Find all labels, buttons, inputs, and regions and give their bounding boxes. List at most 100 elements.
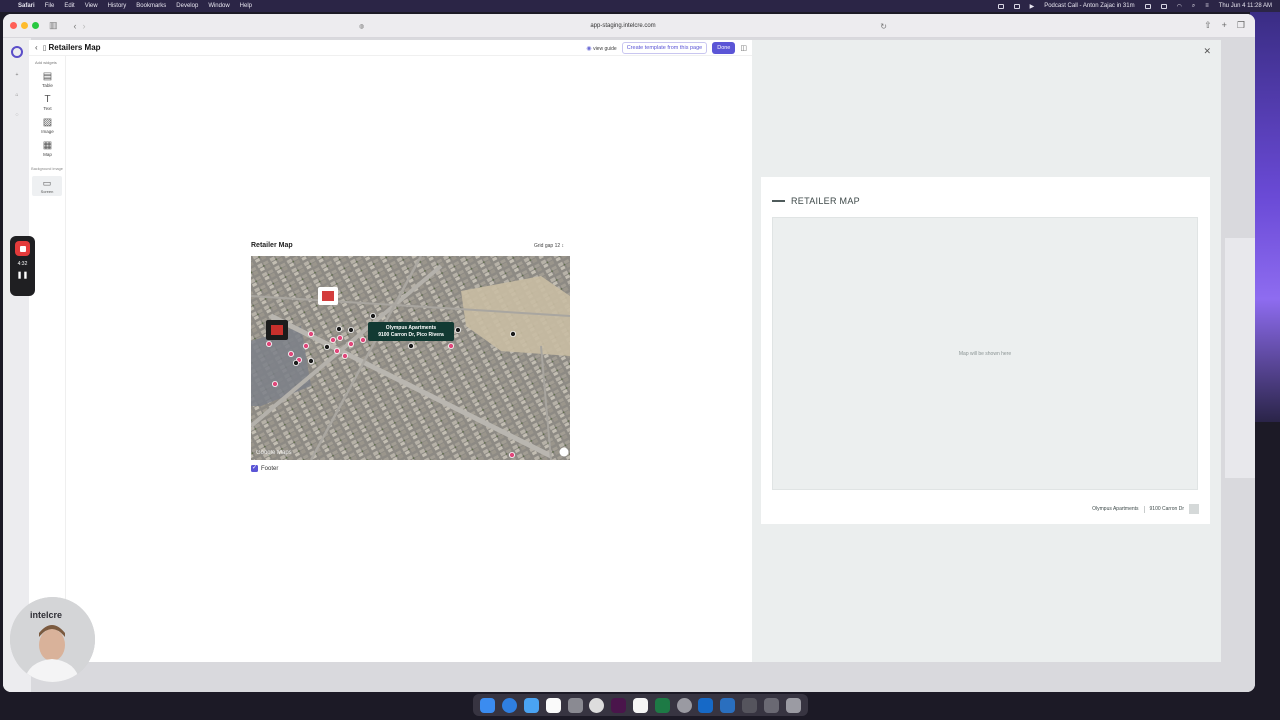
aerial-map-graphic [251, 256, 570, 460]
title-accent-line [772, 200, 785, 202]
forward-nav-icon[interactable]: › [83, 21, 86, 31]
footer-divider [1143, 505, 1145, 513]
callout-address: 9100 Carron Dr, Pico Rivera [378, 331, 444, 338]
preview-card: RETAILER MAP Map will be shown here Olym… [761, 177, 1210, 524]
webcam-bubble[interactable]: intelcre [10, 597, 95, 682]
stop-recording-button[interactable] [15, 241, 30, 256]
chrome-icon[interactable] [589, 697, 605, 713]
trash-icon[interactable] [785, 697, 801, 713]
tab-overview-icon[interactable]: ❐ [1237, 20, 1245, 31]
site-icon: ◍ [359, 23, 365, 30]
search-icon[interactable]: ⌕ [1192, 3, 1195, 10]
home-icon[interactable]: ⌂ [15, 92, 18, 98]
menu-clock[interactable]: Thu Jun 4 11:28 AM [1219, 3, 1272, 9]
menu-develop[interactable]: Develop [176, 3, 198, 9]
url-text[interactable]: app-staging.intelcre.com [590, 23, 655, 29]
create-template-button[interactable]: Create template from this page [621, 42, 708, 54]
widget-screen[interactable]: ▭ Screen [32, 176, 62, 196]
share-icon[interactable]: ⇧ [1204, 20, 1212, 31]
window-controls [10, 22, 39, 29]
preview-pane: ✕ RETAILER MAP Map will be shown here Ol… [752, 40, 1221, 662]
close-window-button[interactable] [10, 22, 17, 29]
window-thumbnail-icon[interactable] [763, 697, 779, 713]
menu-file[interactable]: File [45, 3, 55, 9]
notion-icon[interactable] [632, 697, 648, 713]
menu-app-name[interactable]: Safari [18, 3, 35, 9]
wifi-icon[interactable]: ◠ [1177, 3, 1182, 10]
view-guide-link[interactable]: ◉ view guide [586, 45, 616, 52]
footer-toggle[interactable]: ✓ Footer [251, 465, 278, 472]
widget-label: Screen [40, 189, 54, 194]
outlook-icon[interactable] [698, 697, 714, 713]
browser-toolbar: ▥ ‹ › ◍ app-staging.intelcre.com ↻ ⇧ + ❐ [3, 14, 1255, 38]
map-placeholder: Map will be shown here [772, 217, 1198, 490]
editor-canvas: Retailer Map Grid gap 12 ↕ Olympus Apart… [67, 56, 752, 662]
menu-view[interactable]: View [85, 3, 98, 9]
menu-window[interactable]: Window [208, 3, 229, 9]
sidebar-toggle-icon[interactable]: ▥ [49, 20, 58, 31]
footer-label: Footer [261, 465, 279, 472]
minimize-window-button[interactable] [21, 22, 28, 29]
recording-timer: 4:32 [17, 261, 28, 267]
system-settings-icon[interactable] [676, 697, 692, 713]
widget-image[interactable]: ▨ Image [29, 117, 66, 134]
map-widget-title[interactable]: Retailer Map [251, 242, 293, 249]
menu-help[interactable]: Help [240, 3, 252, 9]
excel-icon[interactable] [654, 697, 670, 713]
grid-gap-select[interactable]: Grid gap 12 ↕ [534, 243, 564, 249]
chevron-updown-icon: ↕ [561, 243, 565, 249]
app-icon[interactable] [720, 697, 736, 713]
new-tab-icon[interactable]: + [1222, 20, 1227, 31]
add-widgets-label: Add widgets [35, 60, 57, 65]
menu-history[interactable]: History [108, 3, 127, 9]
done-button[interactable]: Done [712, 42, 736, 54]
slack-icon[interactable] [611, 697, 627, 713]
aerial-map[interactable]: Olympus Apartments 9100 Carron Dr, Pico … [251, 256, 570, 460]
text-icon: T [44, 94, 51, 105]
finder-icon[interactable] [480, 697, 496, 713]
widget-palette: Add widgets ▤ Table T Text ▨ Image ▦ Map… [29, 56, 66, 662]
preview-footer: Olympus Apartments 9100 Carron Dr [1092, 504, 1199, 514]
menu-bookmarks[interactable]: Bookmarks [136, 3, 166, 9]
screen-icon: ▭ [42, 178, 52, 188]
menubar-extra-icon[interactable] [1160, 3, 1167, 9]
calendar-event-status[interactable]: Podcast Call - Anton Zajac in 31m [1044, 3, 1134, 9]
widget-text[interactable]: T Text [29, 94, 66, 111]
safari-icon[interactable] [502, 697, 518, 713]
support-icon[interactable]: ◌ [16, 112, 19, 118]
widget-table[interactable]: ▤ Table [29, 71, 66, 88]
calendar-event-icon[interactable]: ▶ [1030, 3, 1035, 10]
preview-toggle-icon[interactable]: ◫ [740, 44, 747, 52]
address-bar[interactable]: ◍ app-staging.intelcre.com ↻ [353, 19, 893, 33]
page-icon: ▯ [42, 44, 47, 52]
image-icon: ▨ [42, 117, 53, 128]
mail-icon[interactable] [523, 697, 539, 713]
app-logo-icon[interactable] [11, 46, 23, 58]
widget-map[interactable]: ▦ Map [29, 140, 66, 157]
menubar-extra-icon[interactable] [1013, 3, 1020, 9]
modal-header: ‹ ▯ Retailers Map ◉ view guide Create te… [29, 40, 752, 56]
page-title[interactable]: Retailers Map [49, 43, 101, 52]
zoom-window-button[interactable] [32, 22, 39, 29]
property-callout[interactable]: Olympus Apartments 9100 Carron Dr, Pico … [368, 322, 454, 341]
menu-edit[interactable]: Edit [64, 3, 74, 9]
eye-icon: ◉ [586, 45, 592, 52]
app-icon[interactable] [567, 697, 583, 713]
back-nav-icon[interactable]: ‹ [74, 21, 77, 31]
menubar-extra-icon[interactable] [997, 3, 1004, 9]
menu-bar-left: Safari File Edit View History Bookmarks … [8, 3, 252, 9]
pause-icon[interactable]: ❚❚ [17, 271, 29, 279]
dock [473, 694, 808, 716]
calendar-icon[interactable] [545, 697, 561, 713]
add-icon[interactable]: + [16, 72, 19, 78]
control-center-icon[interactable]: ≡ [1205, 3, 1209, 9]
footer-logo-placeholder [1189, 504, 1199, 514]
menubar-extra-icon[interactable] [1144, 3, 1151, 9]
back-arrow-icon[interactable]: ‹ [35, 43, 38, 52]
close-icon[interactable]: ✕ [1203, 46, 1211, 57]
toolbar-right: ⇧ + ❐ [1204, 20, 1245, 31]
table-icon: ▤ [42, 71, 53, 82]
window-thumbnail-icon[interactable] [741, 697, 757, 713]
reload-icon[interactable]: ↻ [880, 22, 887, 31]
footer-checkbox[interactable]: ✓ [251, 465, 258, 472]
